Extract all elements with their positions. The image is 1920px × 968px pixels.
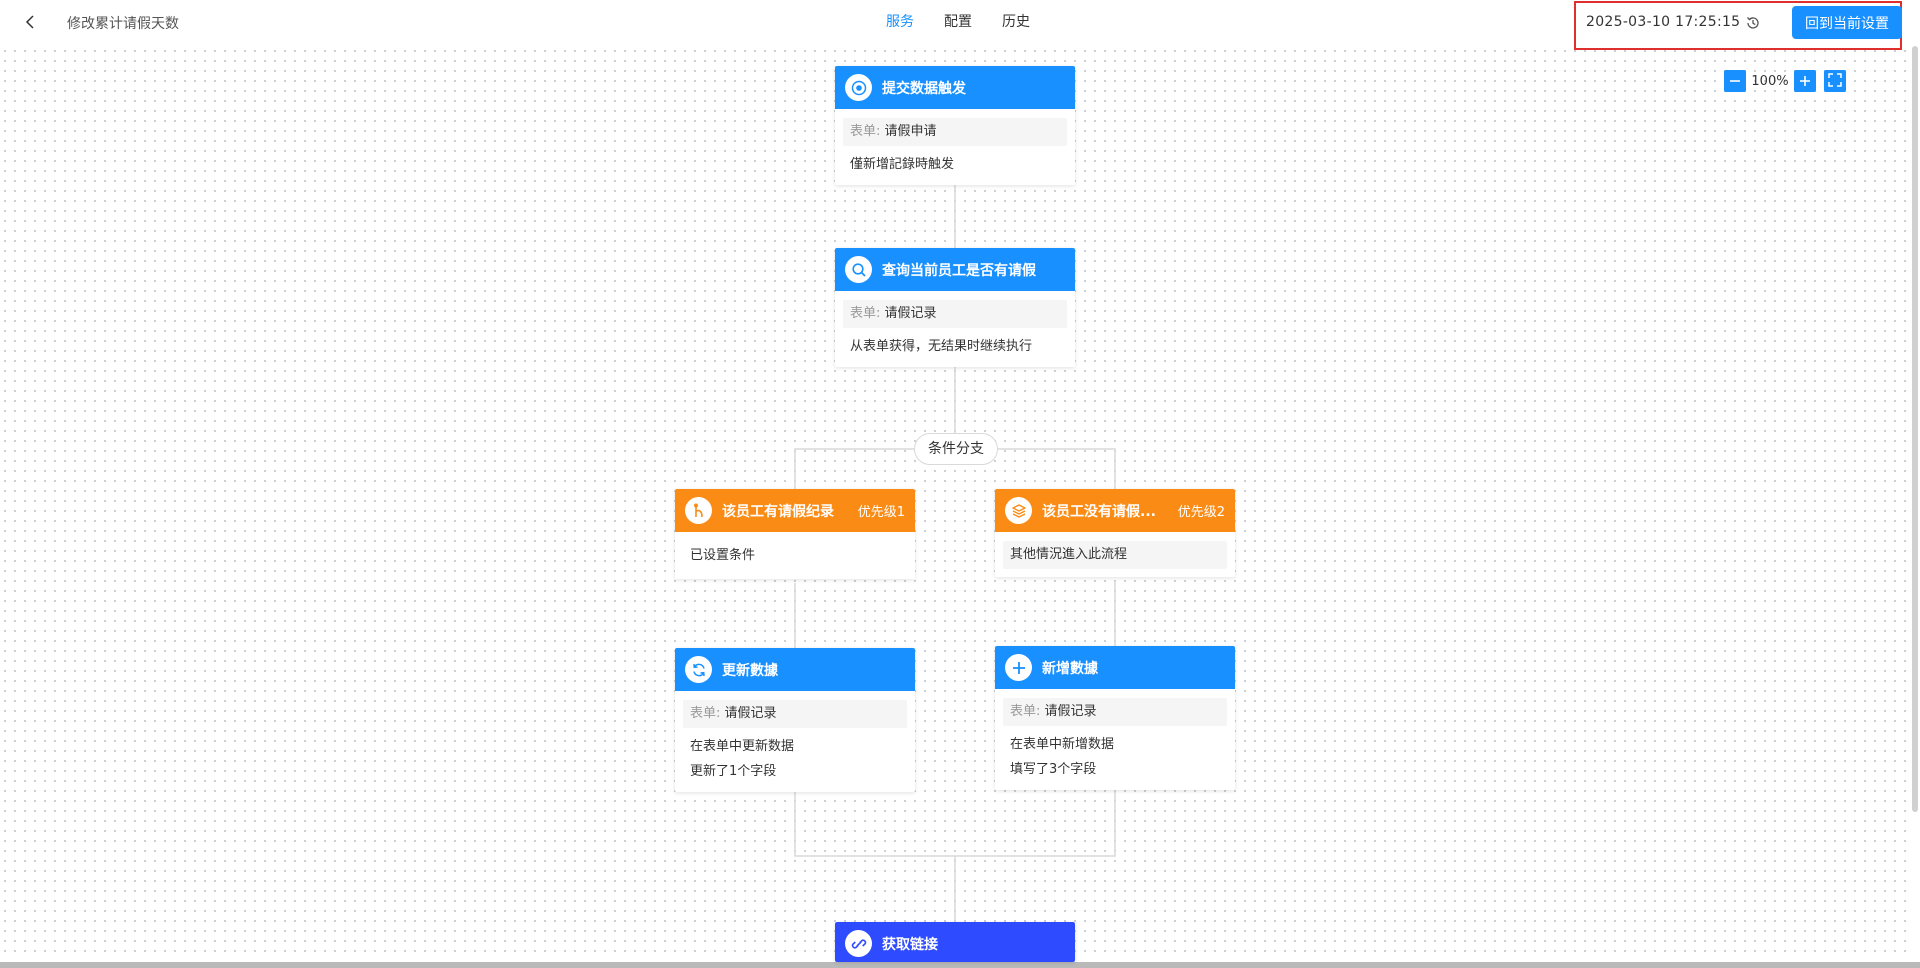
form-value: 请假申请 <box>884 124 937 139</box>
node-description: 僅新增記錄時触发 <box>850 157 955 172</box>
plus-icon <box>1799 72 1811 91</box>
form-label: 表单: <box>850 124 881 139</box>
tab-config[interactable]: 配置 <box>944 12 972 32</box>
node-header: 查询当前员工是否有请假 <box>835 248 1075 291</box>
target-icon <box>845 74 872 101</box>
search-icon <box>845 256 872 283</box>
node-title: 该员工没有请假... <box>1042 503 1156 520</box>
form-row: 表单: 请假记录 <box>683 700 907 728</box>
history-icon[interactable] <box>1745 15 1761 31</box>
node-description: 其他情況進入此流程 <box>1003 541 1227 569</box>
chevron-left-icon <box>25 14 37 33</box>
condition-branch-label[interactable]: 条件分支 <box>914 433 998 465</box>
form-row: 表单: 请假记录 <box>1003 698 1227 726</box>
priority-badge: 优先级1 <box>857 505 905 520</box>
node-get-link[interactable]: 获取链接 <box>835 922 1075 962</box>
minus-icon <box>1729 72 1741 91</box>
form-row: 表单: 请假申请 <box>843 118 1067 146</box>
link-icon <box>845 930 872 957</box>
tab-bar: 服务 配置 历史 <box>886 12 1060 32</box>
node-branch-has-leave[interactable]: 该员工有请假纪录 优先级1 已设置条件 <box>675 489 915 579</box>
zoom-level: 100% <box>1751 73 1789 89</box>
layers-icon <box>1005 497 1032 524</box>
tab-history[interactable]: 历史 <box>1002 12 1030 32</box>
zoom-in-button[interactable] <box>1794 70 1816 92</box>
node-description: 已设置条件 <box>690 548 756 563</box>
fullscreen-button[interactable] <box>1824 70 1846 92</box>
form-value: 请假记录 <box>1044 704 1097 719</box>
node-body: 表单: 请假记录 在表单中新增数据 填写了3个字段 <box>995 689 1235 790</box>
form-label: 表单: <box>850 306 881 321</box>
node-title: 更新數據 <box>722 662 778 679</box>
node-body: 表单: 请假记录 在表单中更新数据 更新了1个字段 <box>675 691 915 792</box>
node-header: 该员工没有请假... 优先级2 <box>995 489 1235 532</box>
node-header: 更新數據 <box>675 648 915 691</box>
node-title: 查询当前员工是否有请假 <box>882 262 1036 279</box>
page-title: 修改累计请假天数 <box>67 16 179 32</box>
form-row: 表单: 请假记录 <box>843 300 1067 328</box>
node-field-count: 更新了1个字段 <box>690 764 777 779</box>
form-label: 表单: <box>1010 704 1041 719</box>
form-label: 表单: <box>690 706 721 721</box>
zoom-controls: 100% <box>1724 70 1846 92</box>
node-field-count: 填写了3个字段 <box>1010 762 1097 777</box>
version-timestamp: 2025-03-10 17:25:15 <box>1586 14 1741 30</box>
node-header: 提交数据触发 <box>835 66 1075 109</box>
node-title: 该员工有请假纪录 <box>722 503 834 520</box>
node-header: 获取链接 <box>835 922 1075 962</box>
node-update-data[interactable]: 更新數據 表单: 请假记录 在表单中更新数据 更新了1个字段 <box>675 648 915 792</box>
node-body: 表单: 请假申请 僅新增記錄時触发 <box>835 109 1075 185</box>
node-header: 该员工有请假纪录 优先级1 <box>675 489 915 532</box>
restore-current-settings-button[interactable]: 回到当前设置 <box>1792 6 1902 39</box>
plus-circle-icon <box>1005 654 1032 681</box>
form-value: 请假记录 <box>724 706 777 721</box>
fullscreen-icon <box>1828 72 1842 91</box>
back-button[interactable] <box>18 10 44 36</box>
node-submit-trigger[interactable]: 提交数据触发 表单: 请假申请 僅新增記錄時触发 <box>835 66 1075 185</box>
priority-badge: 优先级2 <box>1177 505 1225 520</box>
node-description: 在表单中更新数据 <box>690 739 795 754</box>
node-body: 其他情況進入此流程 <box>995 532 1235 577</box>
refresh-icon <box>685 656 712 683</box>
zoom-out-button[interactable] <box>1724 70 1746 92</box>
node-query-leave[interactable]: 查询当前员工是否有请假 表单: 请假记录 从表单获得，无结果时继续执行 <box>835 248 1075 367</box>
node-add-data[interactable]: 新增數據 表单: 请假记录 在表单中新增数据 填写了3个字段 <box>995 646 1235 790</box>
node-title: 获取链接 <box>882 936 938 953</box>
node-body: 表单: 请假记录 从表单获得，无结果时继续执行 <box>835 291 1075 367</box>
form-value: 请假记录 <box>884 306 937 321</box>
branch-icon <box>685 497 712 524</box>
tab-service[interactable]: 服务 <box>886 12 914 32</box>
node-header: 新增數據 <box>995 646 1235 689</box>
node-title: 提交数据触发 <box>882 80 966 97</box>
node-description: 在表单中新增数据 <box>1010 737 1115 752</box>
node-description: 从表单获得，无结果时继续执行 <box>850 339 1033 354</box>
node-branch-no-leave[interactable]: 该员工没有请假... 优先级2 其他情況進入此流程 <box>995 489 1235 577</box>
node-body: 已设置条件 <box>675 532 915 579</box>
node-title: 新增數據 <box>1042 660 1098 677</box>
